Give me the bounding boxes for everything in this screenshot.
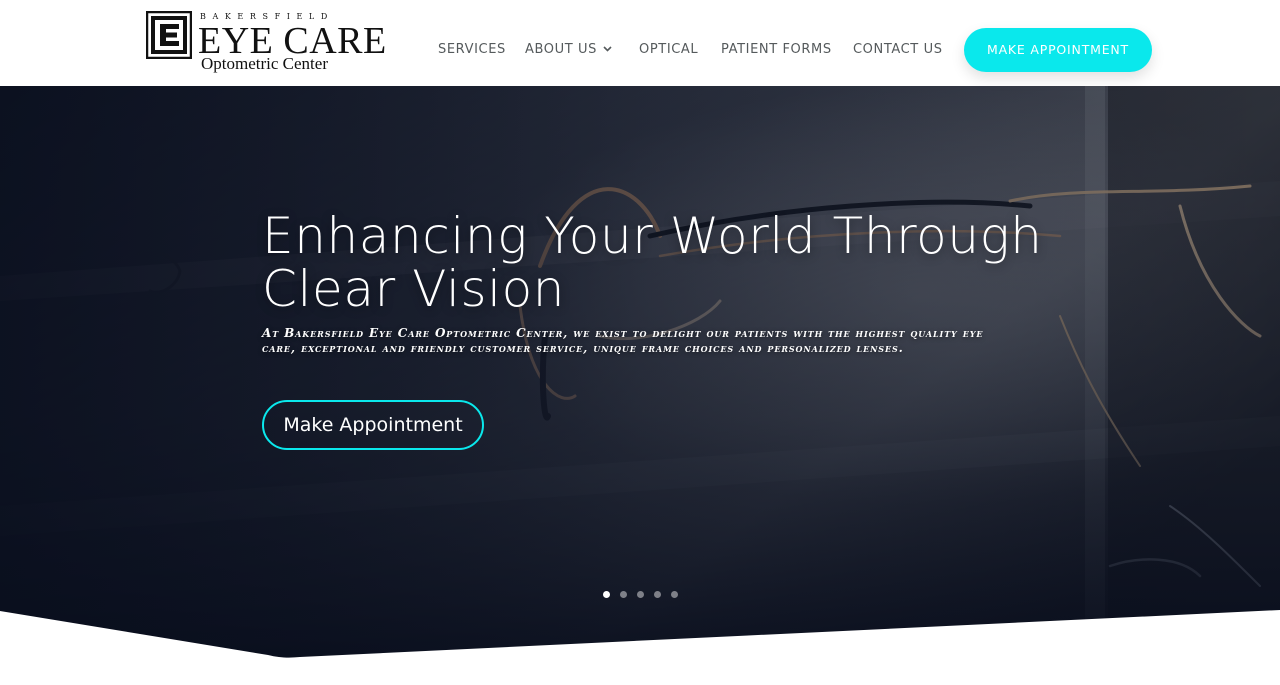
nav-item-about-us-label: ABOUT US (525, 42, 597, 57)
slide-dot[interactable] (603, 591, 610, 598)
slide-dot[interactable] (620, 591, 627, 598)
nav-item-services[interactable]: SERVICES (438, 41, 506, 59)
slide-dot[interactable] (671, 591, 678, 598)
slide-dot[interactable] (654, 591, 661, 598)
hero-title: Enhancing Your World Through Clear Visio… (262, 207, 1043, 318)
logo-e-mark (146, 11, 192, 59)
slider-pagination (603, 591, 678, 599)
hero-slider: Enhancing Your World Through Clear Visio… (0, 86, 1280, 685)
hero-make-appointment-button[interactable]: Make Appointment (262, 400, 484, 450)
nav-item-patient-forms[interactable]: PATIENT FORMS (721, 41, 832, 59)
site-logo[interactable]: BAKERSFIELD EYE CARE Optometric Center (146, 11, 386, 75)
nav-item-optical[interactable]: OPTICAL (639, 41, 698, 59)
slide-dot[interactable] (637, 591, 644, 598)
make-appointment-button[interactable]: MAKE APPOINTMENT (964, 28, 1152, 72)
chevron-down-icon (603, 41, 612, 59)
hero-subtitle: At Bakersfield Eye Care Optometric Cente… (262, 326, 984, 355)
nav-item-about-us[interactable]: ABOUT US (525, 41, 612, 59)
site-header: BAKERSFIELD EYE CARE Optometric Center S… (0, 0, 1280, 86)
logo-sub-text: Optometric Center (201, 54, 328, 73)
nav-item-contact-us[interactable]: CONTACT US (853, 41, 943, 59)
